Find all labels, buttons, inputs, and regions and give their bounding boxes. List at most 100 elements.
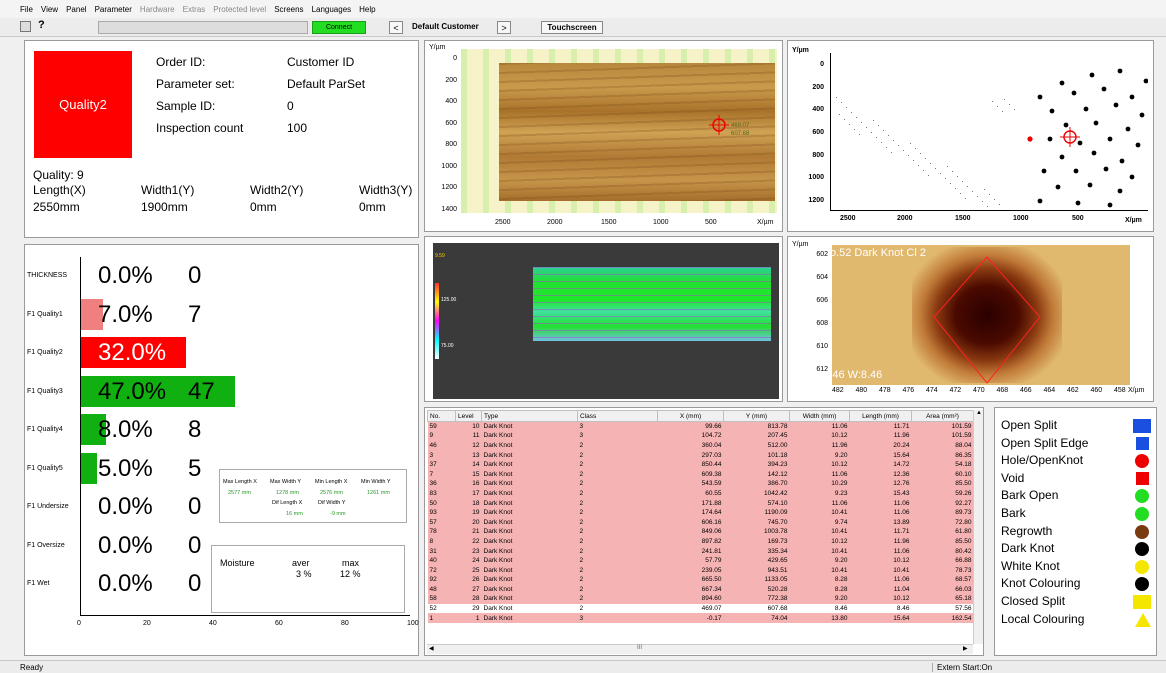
table-row[interactable]: 31 23 Dark Knot 2 241.81 335.34 10.41 11.06 80.4… (427, 546, 973, 556)
knot-x-tick: 474 (926, 387, 938, 394)
table-cell: 78.73 (911, 565, 973, 575)
speckle (913, 160, 914, 161)
legend-label: White Knot (1001, 558, 1060, 573)
length-stats-box: Max Length X Max Width Y Min Length X Mi… (219, 469, 407, 523)
vertical-scrollbar[interactable]: ▲ (973, 410, 983, 644)
table-row[interactable]: 50 18 Dark Knot 2 171.88 574.10 11.06 11.06 92.2… (427, 498, 973, 508)
column-header[interactable]: Type (481, 410, 578, 422)
moisture-max-value: 12 % (340, 569, 361, 579)
menu-view[interactable]: View (41, 5, 58, 14)
table-cell: 8.28 (789, 575, 850, 585)
width2-value: 0mm (250, 200, 277, 214)
knot-point (1055, 184, 1061, 190)
menu-panel[interactable]: Panel (66, 5, 86, 14)
scroll-left-arrow[interactable]: ◀ (429, 645, 434, 652)
table-row[interactable]: 3 13 Dark Knot 2 297.03 101.18 9.20 15.64 86.35 (427, 450, 973, 460)
column-header[interactable]: No. (427, 410, 456, 422)
table-row[interactable]: 37 14 Dark Knot 2 850.44 394.23 10.12 14.72 54.1… (427, 459, 973, 470)
table-row[interactable]: 59 10 Dark Knot 3 99.66 813.78 11.06 11.71 101.5… (427, 421, 973, 432)
quality-row-label: F1 Quality2 (27, 349, 63, 356)
menu-help[interactable]: Help (359, 5, 375, 14)
table-cell: 12.76 (849, 479, 912, 489)
column-header[interactable]: Y (mm) (723, 410, 790, 422)
knot-y-tick: 604 (816, 274, 828, 281)
menu-hardware[interactable]: Hardware (140, 5, 175, 14)
scroll-thumb[interactable]: III (637, 645, 642, 651)
quality-axis (80, 257, 81, 615)
scroll-up-arrow[interactable]: ▲ (976, 410, 982, 416)
column-header[interactable]: Area (mm²) (911, 410, 973, 422)
board-y-tick: 400 (445, 98, 457, 105)
board-x-tick: 1000 (653, 219, 669, 226)
column-header[interactable]: X (mm) (657, 410, 724, 422)
table-cell: 849.06 (657, 527, 724, 537)
table-row[interactable]: 58 28 Dark Knot 2 894.60 772.38 9.20 10.12 65.18 (427, 594, 973, 604)
connect-button[interactable]: Connect (312, 21, 366, 34)
quality-row-label: F1 Quality1 (27, 310, 63, 318)
speckle (997, 106, 998, 107)
table-cell: 142.12 (723, 469, 790, 480)
table-cell: 101.59 (911, 421, 973, 432)
prev-customer-button[interactable]: < (389, 21, 403, 34)
table-row[interactable]: 36 16 Dark Knot 2 543.59 386.70 10.29 12.76 85.5… (427, 479, 973, 489)
table-row[interactable]: 7 15 Dark Knot 2 609.38 142.12 11.06 12.36 60.10 (427, 469, 973, 480)
progress-field (98, 21, 308, 34)
menu-protected-level[interactable]: Protected level (213, 5, 266, 14)
table-cell: 2 (577, 536, 658, 547)
scatter-y-tick: 600 (812, 129, 824, 136)
legend-label: Regrowth (1001, 523, 1053, 538)
help-icon[interactable]: ? (38, 19, 45, 31)
table-cell: 93 (427, 507, 456, 518)
table-row[interactable]: 9 11 Dark Knot 3 104.72 207.45 10.12 11.96 101.5… (427, 431, 973, 441)
table-row[interactable]: 78 21 Dark Knot 2 849.06 1003.78 10.41 11.71 61.… (427, 527, 973, 537)
table-cell: Dark Knot (481, 517, 578, 528)
table-row[interactable]: 92 26 Dark Knot 2 665.50 1133.05 8.28 11.06 68.5… (427, 575, 973, 585)
table-row[interactable]: 48 27 Dark Knot 2 667.34 520.28 8.28 11.04 66.03 (427, 584, 973, 595)
quality-text: Quality: 9 (33, 168, 84, 182)
scroll-right-arrow[interactable]: ▶ (963, 645, 968, 652)
table-row[interactable]: 93 19 Dark Knot 2 174.64 1190.09 10.41 11.06 89.… (427, 507, 973, 518)
defect-table-panel: No. Level Type Class X (mm) Y (mm) Width (mm) L… (424, 407, 984, 656)
table-cell: 207.45 (723, 431, 790, 441)
table-row[interactable]: 46 12 Dark Knot 2 360.04 512.00 11.96 20.24 88.0… (427, 440, 973, 451)
board-x-tick: 500 (705, 219, 717, 226)
speckle (952, 171, 953, 172)
width3-label: Width3(Y) (359, 183, 413, 197)
table-row[interactable]: 83 17 Dark Knot 2 60.55 1042.42 9.23 15.43 59.26 (427, 488, 973, 499)
menu-screens[interactable]: Screens (274, 5, 303, 14)
table-row[interactable]: 40 24 Dark Knot 2 57.79 429.65 9.20 10.12 66.88 (427, 555, 973, 566)
scatter-y-tick: 1000 (808, 174, 824, 181)
table-row[interactable]: 8 22 Dark Knot 2 897.82 169.73 10.12 11.96 85.50 (427, 536, 973, 547)
horizontal-scrollbar[interactable]: ◀ III ▶ (427, 644, 973, 654)
menu-parameter[interactable]: Parameter (95, 5, 132, 14)
knot-point (1139, 112, 1145, 118)
board-y-tick: 1400 (441, 206, 457, 213)
table-cell: 11.06 (789, 469, 850, 480)
touchscreen-button[interactable]: Touchscreen (541, 21, 603, 34)
column-header[interactable]: Class (577, 410, 658, 422)
max-width-label: Max Width Y (270, 479, 302, 485)
column-header[interactable]: Width (mm) (789, 410, 850, 422)
menu-extras[interactable]: Extras (183, 5, 206, 14)
board-y-tick: 1000 (441, 163, 457, 170)
knot-y-tick: 610 (816, 343, 828, 350)
table-cell: 3 (427, 450, 456, 460)
scatter-x-tick: 2000 (897, 215, 913, 222)
moisture-streaks (533, 267, 771, 341)
menu-languages[interactable]: Languages (312, 5, 352, 14)
moisture-box: Moisture aver max 3 % 12 % (211, 545, 405, 613)
table-row[interactable]: 1 1 Dark Knot 3 -0.17 74.04 13.80 15.64 162.54 (427, 613, 973, 623)
table-row[interactable]: 57 20 Dark Knot 2 606.16 745.70 9.74 13.89 72.80 (427, 517, 973, 528)
column-header[interactable]: Length (mm) (849, 410, 912, 422)
toolbar: ? Connect < Default Customer > Touchscre… (0, 18, 1166, 37)
next-customer-button[interactable]: > (497, 21, 511, 34)
save-icon[interactable] (20, 21, 31, 32)
table-row[interactable]: 72 25 Dark Knot 2 239.05 943.51 10.41 10.41 78.7… (427, 565, 973, 575)
menu-file[interactable]: File (20, 5, 33, 14)
table-row[interactable]: 52 29 Dark Knot 2 469.07 607.68 8.46 8.46 57.56 (427, 603, 973, 614)
moisture-aver-value: 3 % (296, 569, 312, 579)
table-cell: 1133.05 (723, 575, 790, 585)
table-cell: 10.12 (849, 555, 912, 566)
table-cell: 171.88 (657, 498, 724, 508)
column-header[interactable]: Level (455, 410, 482, 422)
